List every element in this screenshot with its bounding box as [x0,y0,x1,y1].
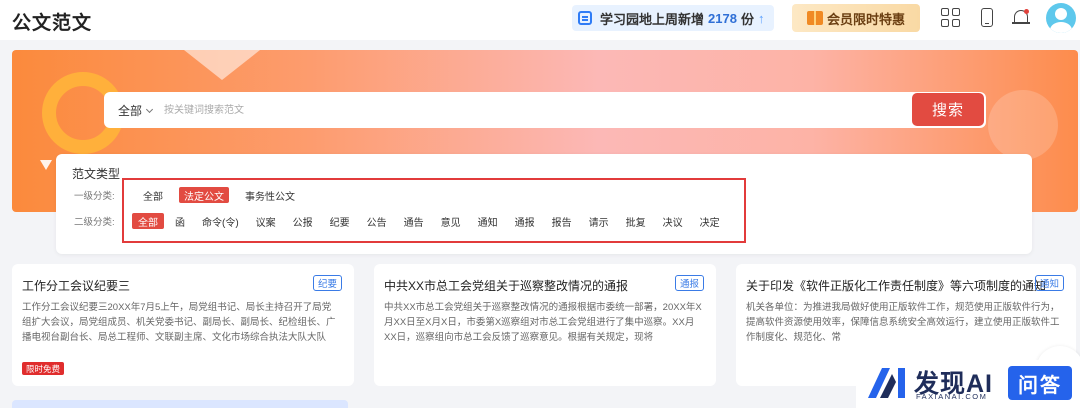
level2-option[interactable]: 报告 [546,213,578,229]
page: 公文范文 学习园地上周新增 2178 份 ↑ 会员限时特惠 全部 按关键词搜索范… [0,0,1080,408]
free-badge: 限时免费 [22,362,65,375]
top-header: 公文范文 学习园地上周新增 2178 份 ↑ 会员限时特惠 [0,0,1080,40]
level2-option[interactable]: 决议 [657,213,689,229]
level2-option[interactable]: 公报 [287,213,319,229]
site-logo[interactable]: 公文范文 [12,8,92,35]
card-type-tag: 通报 [674,275,704,291]
search-bar: 全部 搜索 [104,92,986,128]
search-input[interactable] [164,100,904,120]
level1-option-affairs[interactable]: 事务性公文 [240,187,300,203]
bell-icon[interactable] [1010,7,1032,29]
level2-option[interactable]: 决定 [694,213,726,229]
vip-promo-button[interactable]: 会员限时特惠 [792,4,920,32]
mobile-icon[interactable] [976,7,998,29]
card-title[interactable]: 中共XX市总工会党组关于巡察整改情况的通报 [384,277,628,294]
level2-options: 全部 函 命令(令) 议案 公报 纪要 公告 通告 意见 通知 通报 报告 请示… [132,213,731,229]
search-scope-dropdown[interactable]: 全部 [118,102,154,119]
user-avatar[interactable] [1046,3,1076,33]
watermark-logo-icon [868,368,905,398]
level2-option[interactable]: 全部 [132,213,164,229]
filter-title: 范文类型 [72,167,121,181]
search-scope-value: 全部 [118,104,143,118]
weekly-update-notice[interactable]: 学习园地上周新增 2178 份 ↑ [572,5,774,31]
level1-option-all[interactable]: 全部 [138,187,168,203]
watermark: 发现AI FAXIANAI.COM 问答 [856,360,1080,408]
vip-label: 会员限时特惠 [826,11,905,27]
search-button[interactable]: 搜索 [912,93,984,126]
card-title[interactable]: 关于印发《软件正版化工作责任制度》等六项制度的通知 [746,277,1046,294]
decor-circle [988,90,1058,160]
level2-option[interactable]: 意见 [435,213,467,229]
watermark-ask-badge: 问答 [1008,366,1072,400]
card-excerpt: 中共XX市总工会党组关于巡察整改情况的通报根据市委统一部署，20XX年X月XX日… [384,302,702,343]
decor-small-triangle [40,160,52,170]
level2-option[interactable]: 通报 [509,213,541,229]
card-excerpt: 机关各单位：为推进我局做好使用正版软件工作，规范使用正版软件行为，提高软件资源使… [746,302,1060,343]
document-card[interactable]: 中共XX市总工会党组关于巡察整改情况的通报 通报 中共XX市总工会党组关于巡察整… [374,264,716,386]
level1-options: 全部 法定公文 事务性公文 [138,187,311,203]
arrow-up-icon: ↑ [757,10,765,26]
level2-option[interactable]: 命令(令) [196,213,245,229]
card-excerpt: 工作分工会议纪要三20XX年7月5上午，局党组书记、局长主持召开了局党组扩大会议… [22,302,336,343]
level2-option[interactable]: 纪要 [324,213,356,229]
level2-option[interactable]: 函 [169,213,191,229]
watermark-domain: FAXIANAI.COM [916,392,988,401]
level1-option-statutory[interactable]: 法定公文 [179,187,229,203]
decor-triangle [184,50,260,80]
level2-label: 二级分类: [74,217,115,228]
level2-option[interactable]: 通告 [398,213,430,229]
next-card-edge [12,400,348,408]
notice-unit: 份 [740,11,754,27]
level2-option[interactable]: 批复 [620,213,652,229]
level2-option[interactable]: 请示 [583,213,615,229]
card-type-tag: 通知 [1034,275,1064,291]
notice-count: 2178 [708,10,737,26]
apps-grid-icon[interactable] [940,7,962,29]
level2-option[interactable]: 通知 [472,213,504,229]
level2-option[interactable]: 议案 [250,213,282,229]
highlight-box: 全部 法定公文 事务性公文 全部 函 命令(令) 议案 公报 纪要 公告 通告 … [122,178,746,243]
level2-option[interactable]: 公告 [361,213,393,229]
gift-icon [806,11,823,25]
card-type-tag: 纪要 [312,275,342,291]
document-card[interactable]: 工作分工会议纪要三 纪要 工作分工会议纪要三20XX年7月5上午，局党组书记、局… [12,264,354,386]
level1-label: 一级分类: [74,191,115,202]
card-title[interactable]: 工作分工会议纪要三 [22,277,130,294]
chevron-down-icon [145,105,154,114]
type-filter-panel: 范文类型 一级分类: 二级分类: 全部 法定公文 事务性公文 全部 函 命令(令… [56,154,1032,254]
document-icon [578,11,592,25]
notice-prefix: 学习园地上周新增 [600,11,705,27]
